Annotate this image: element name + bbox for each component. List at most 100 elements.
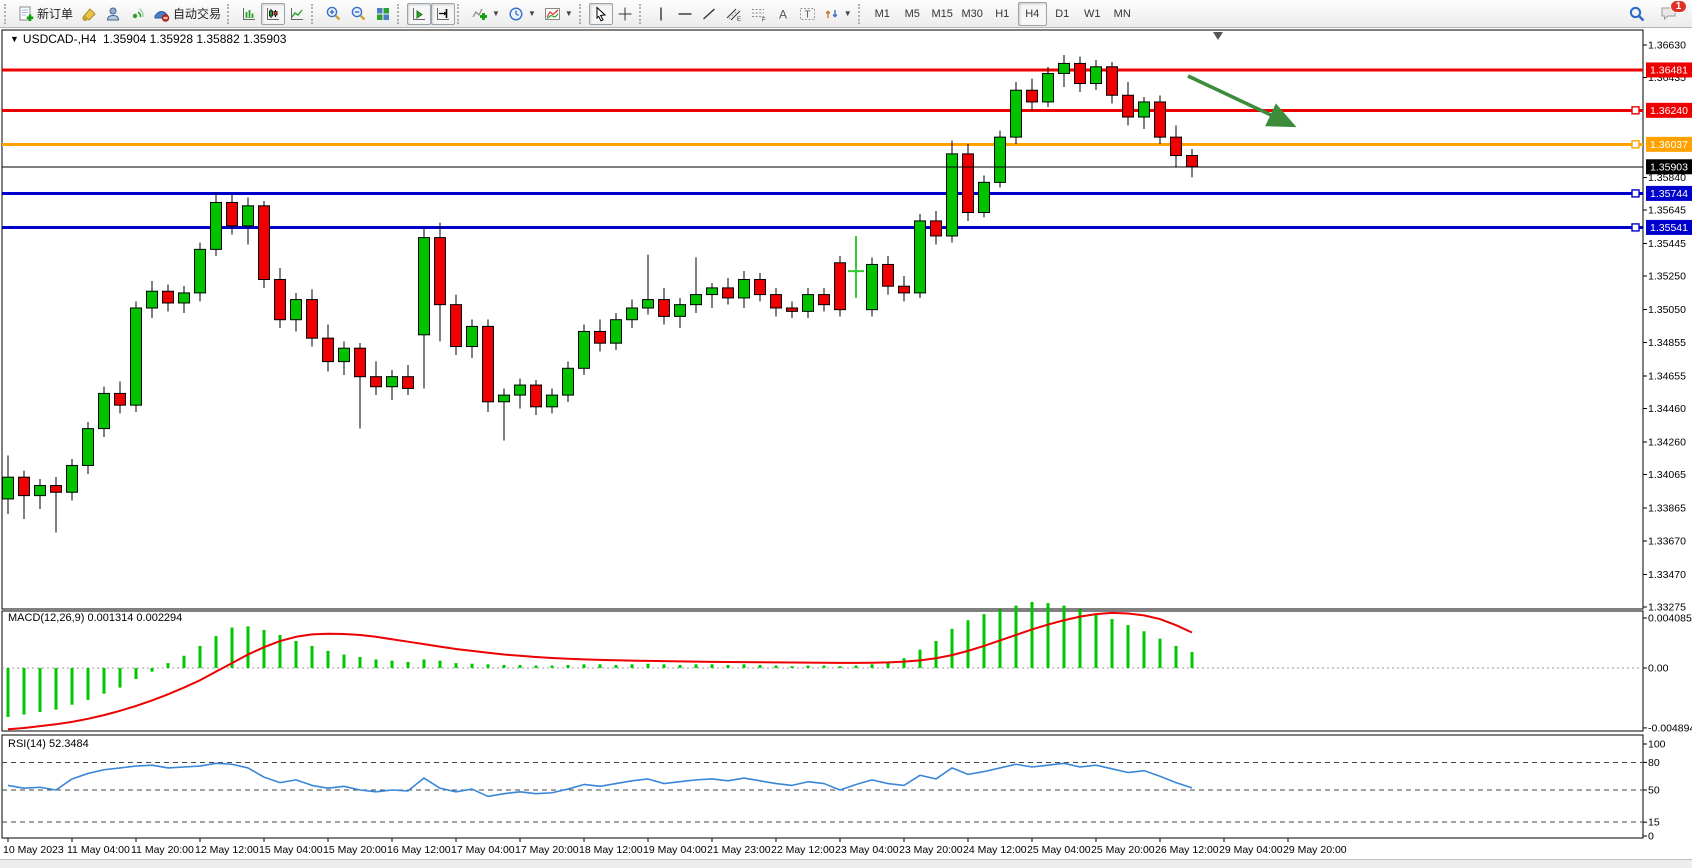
svg-text:1.35744: 1.35744 xyxy=(1650,188,1688,200)
rsi-indicator-label: RSI(14) 52.3484 xyxy=(8,738,89,750)
new-order-icon xyxy=(18,6,34,22)
horizontal-line-icon xyxy=(677,6,693,22)
svg-text:16 May 12:00: 16 May 12:00 xyxy=(387,844,451,856)
signals-button[interactable] xyxy=(125,3,149,25)
svg-text:1.35541: 1.35541 xyxy=(1650,222,1688,234)
timeframe-w1-button[interactable]: W1 xyxy=(1078,2,1107,26)
svg-text:0.00: 0.00 xyxy=(1648,663,1669,675)
timeframe-m30-button[interactable]: M30 xyxy=(958,2,987,26)
svg-text:1.35250: 1.35250 xyxy=(1648,271,1686,283)
timeframe-m1-button[interactable]: M1 xyxy=(868,2,897,26)
zoom-out-button[interactable] xyxy=(346,3,371,25)
crosshair-icon xyxy=(617,6,633,22)
svg-text:0: 0 xyxy=(1648,831,1654,843)
channel-tool-button[interactable]: E xyxy=(721,3,746,25)
zoom-out-icon xyxy=(350,5,367,22)
profile-button[interactable] xyxy=(101,3,125,25)
cursor-button[interactable] xyxy=(589,3,613,25)
svg-text:T: T xyxy=(804,9,810,20)
timeframe-h1-button[interactable]: H1 xyxy=(988,2,1017,26)
templates-button[interactable]: ▼ xyxy=(540,3,577,25)
svg-text:1.35645: 1.35645 xyxy=(1648,204,1686,216)
toolbar-right: 1 xyxy=(1624,3,1690,25)
arrow-objects-icon xyxy=(824,6,840,22)
svg-text:25 May 20:00: 25 May 20:00 xyxy=(1091,844,1155,856)
auto-scroll-icon xyxy=(411,6,427,22)
periods-button[interactable]: ▼ xyxy=(504,3,540,25)
auto-trading-button[interactable]: 自动交易 xyxy=(149,3,225,25)
ohlc-values: 1.35904 1.35928 1.35882 1.35903 xyxy=(103,32,287,46)
horizontal-line-tool-button[interactable] xyxy=(673,3,697,25)
auto-trading-icon xyxy=(153,6,170,22)
svg-text:1.33865: 1.33865 xyxy=(1648,503,1686,515)
svg-text:1.34260: 1.34260 xyxy=(1648,437,1686,449)
svg-text:11 May 04:00: 11 May 04:00 xyxy=(67,844,130,856)
timeframe-group: M1M5M15M30H1H4D1W1MN xyxy=(868,2,1137,26)
signal-icon xyxy=(129,6,145,22)
svg-text:15 May 20:00: 15 May 20:00 xyxy=(323,844,387,856)
toolbar-gripper xyxy=(457,4,463,24)
zoom-in-icon xyxy=(325,5,342,22)
chart-shift-icon xyxy=(435,6,451,22)
svg-text:1.35445: 1.35445 xyxy=(1648,238,1686,250)
timeframe-m5-button[interactable]: M5 xyxy=(898,2,927,26)
trendline-tool-button[interactable] xyxy=(697,3,721,25)
svg-text:25 May 04:00: 25 May 04:00 xyxy=(1027,844,1091,856)
auto-trading-label: 自动交易 xyxy=(173,5,221,22)
macd-indicator-label: MACD(12,26,9) 0.001314 0.002294 xyxy=(8,612,182,624)
profile-person-icon xyxy=(105,6,121,22)
chart-shift-button[interactable] xyxy=(431,3,455,25)
timeframe-m15-button[interactable]: M15 xyxy=(928,2,957,26)
line-chart-icon xyxy=(289,6,305,22)
candlestick-icon xyxy=(265,6,281,22)
fibonacci-tool-button[interactable]: F xyxy=(746,3,771,25)
svg-text:10 May 2023: 10 May 2023 xyxy=(3,844,64,856)
toolbar-gripper xyxy=(858,4,864,24)
arrows-tool-button[interactable]: ▼ xyxy=(820,3,856,25)
svg-text:11 May 20:00: 11 May 20:00 xyxy=(131,844,194,856)
bar-chart-mode-button[interactable] xyxy=(237,3,261,25)
auto-scroll-button[interactable] xyxy=(407,3,431,25)
svg-text:0.004085: 0.004085 xyxy=(1648,613,1692,625)
svg-text:100: 100 xyxy=(1648,739,1666,751)
svg-text:15 May 04:00: 15 May 04:00 xyxy=(259,844,323,856)
toolbar-gripper xyxy=(579,4,585,24)
search-button[interactable] xyxy=(1624,3,1650,25)
symbol-period-label: USDCAD-,H4 xyxy=(23,32,96,46)
cursor-arrow-icon xyxy=(593,6,609,22)
svg-text:23 May 20:00: 23 May 20:00 xyxy=(899,844,963,856)
line-chart-mode-button[interactable] xyxy=(285,3,309,25)
tile-windows-button[interactable] xyxy=(371,3,395,25)
equidistant-channel-icon: E xyxy=(725,6,742,22)
svg-text:12 May 12:00: 12 May 12:00 xyxy=(195,844,259,856)
crosshair-button[interactable] xyxy=(613,3,637,25)
svg-text:18 May 12:00: 18 May 12:00 xyxy=(579,844,643,856)
chat-button[interactable]: 1 xyxy=(1656,3,1682,25)
timeframe-h4-button[interactable]: H4 xyxy=(1018,2,1047,26)
vertical-line-tool-button[interactable] xyxy=(649,3,673,25)
toolbar-gripper xyxy=(227,4,233,24)
timeframe-mn-button[interactable]: MN xyxy=(1108,2,1137,26)
text-label-tool-button[interactable]: T xyxy=(795,3,820,25)
symbol-dropdown-icon[interactable]: ▼ xyxy=(10,34,19,44)
chevron-down-icon: ▼ xyxy=(492,9,500,18)
svg-text:23 May 04:00: 23 May 04:00 xyxy=(835,844,899,856)
svg-text:24 May 12:00: 24 May 12:00 xyxy=(963,844,1027,856)
new-order-button[interactable]: 新订单 xyxy=(14,3,77,25)
svg-text:29 May 04:00: 29 May 04:00 xyxy=(1219,844,1283,856)
vertical-line-icon xyxy=(654,6,668,22)
svg-text:1.36630: 1.36630 xyxy=(1648,40,1686,52)
timeframe-d1-button[interactable]: D1 xyxy=(1048,2,1077,26)
indicators-button[interactable]: ▼ xyxy=(467,3,504,25)
chart-canvas[interactable]: 1.366301.364351.358401.356451.354451.352… xyxy=(0,0,1692,867)
candlestick-mode-button[interactable] xyxy=(261,3,285,25)
text-tool-button[interactable]: A xyxy=(771,3,795,25)
toolbar-gripper xyxy=(397,4,403,24)
mt4-terminal: { "toolbar": { "new_order_label": "新订单",… xyxy=(0,0,1692,867)
zoom-in-button[interactable] xyxy=(321,3,346,25)
svg-text:A: A xyxy=(779,7,787,21)
trendline-icon xyxy=(701,6,717,22)
toolbar-gripper xyxy=(4,4,10,24)
template-icon xyxy=(544,6,561,22)
styler-button[interactable] xyxy=(77,3,101,25)
